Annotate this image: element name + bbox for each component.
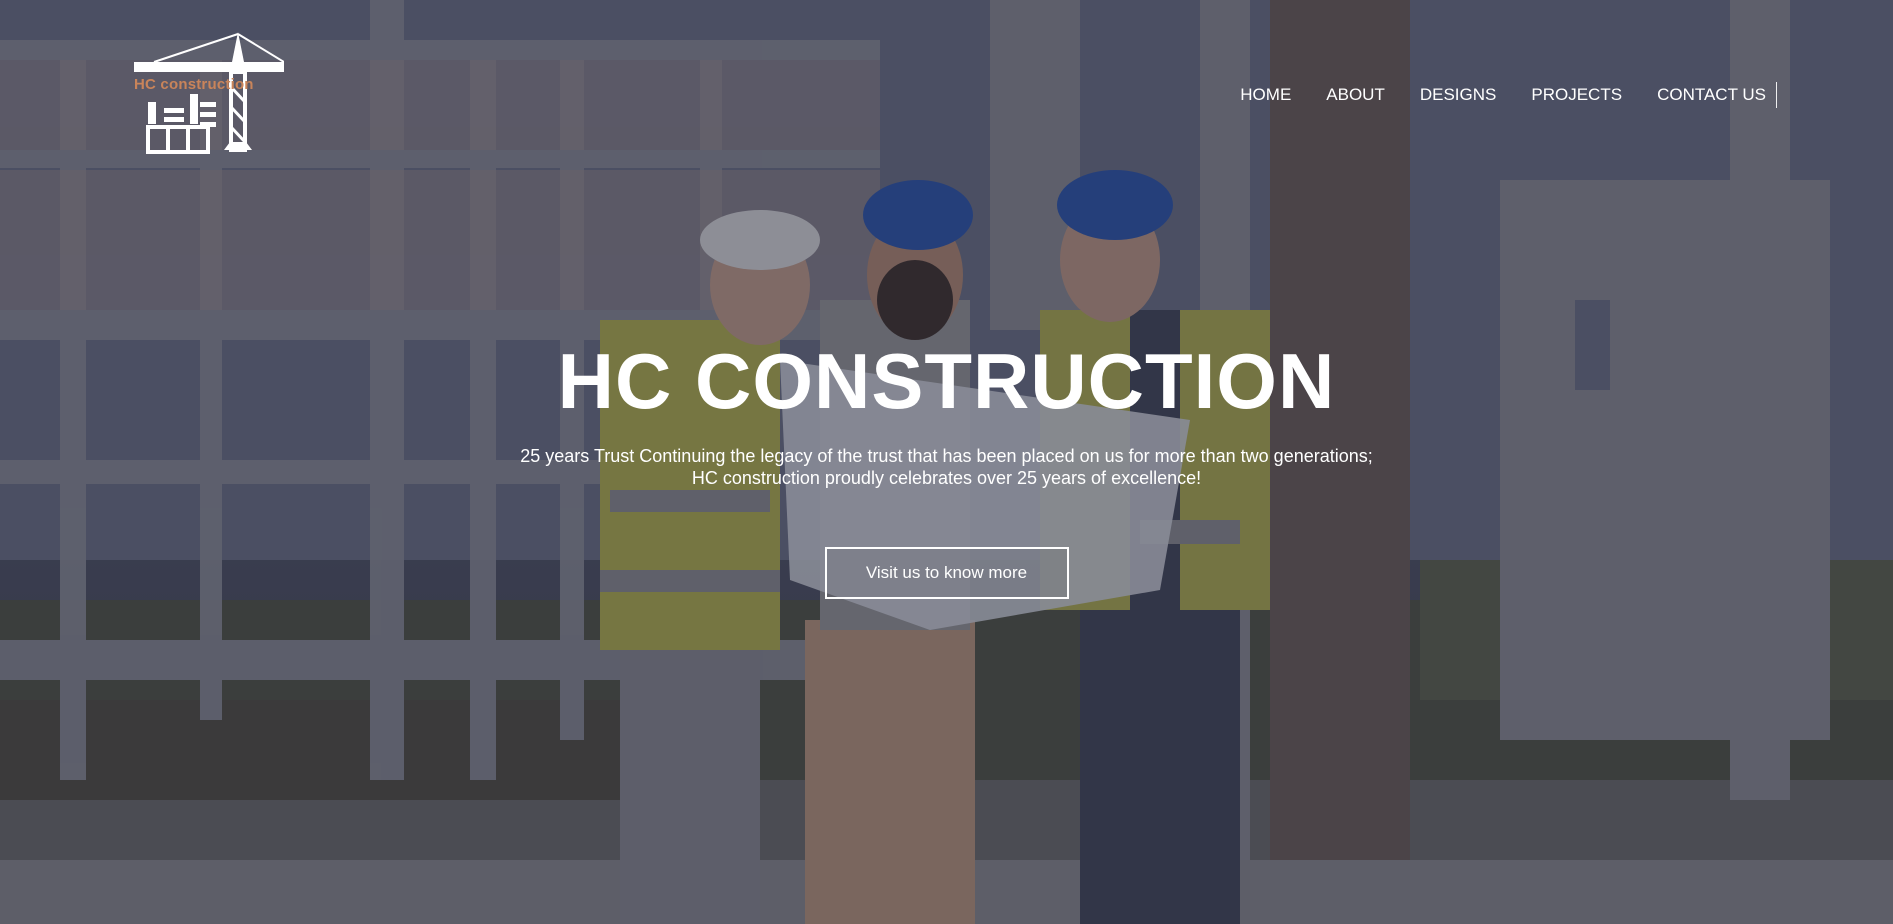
hero-section: HC construction HOME ABOUT DESIGNS PROJE…: [0, 0, 1893, 924]
nav-contact-us[interactable]: CONTACT US: [1657, 82, 1766, 108]
hero-title: HC CONSTRUCTION: [557, 337, 1336, 425]
hero-subtitle-line-2: HC construction proudly celebrates over …: [691, 468, 1202, 488]
hero-content: HC CONSTRUCTION 25 years Trust Continuin…: [0, 335, 1893, 599]
logo[interactable]: HC construction: [134, 32, 285, 154]
nav-projects[interactable]: PROJECTS: [1531, 82, 1622, 108]
hero-subtitle-line-1: 25 years Trust Continuing the legacy of …: [520, 446, 1373, 466]
nav-divider: [1776, 82, 1777, 108]
nav-home[interactable]: HOME: [1240, 82, 1291, 108]
logo-text: HC construction: [134, 76, 254, 93]
hero-subtitle: 25 years Trust Continuing the legacy of …: [497, 445, 1397, 489]
nav-about[interactable]: ABOUT: [1326, 82, 1385, 108]
main-nav: HOME ABOUT DESIGNS PROJECTS CONTACT US: [1205, 82, 1777, 108]
crane-building-logo-icon: [134, 32, 285, 154]
visit-us-button[interactable]: Visit us to know more: [824, 547, 1069, 599]
nav-designs[interactable]: DESIGNS: [1420, 82, 1497, 108]
